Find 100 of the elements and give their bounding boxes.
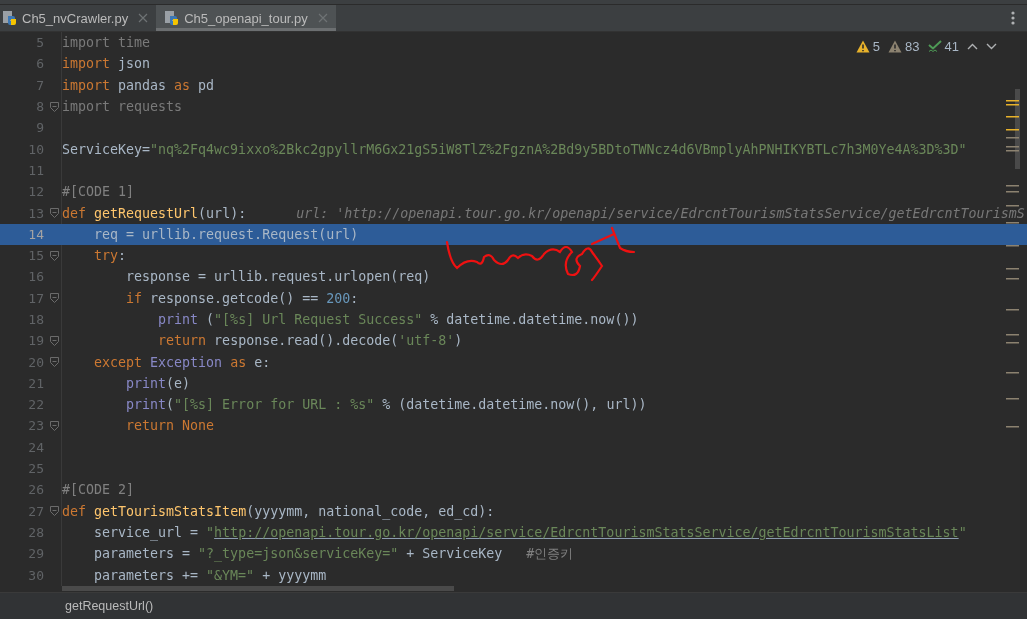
builtin-name: print	[126, 375, 167, 391]
line-number: 23	[27, 418, 45, 434]
code-text: req = urllib.request.Request(url)	[94, 226, 359, 242]
string-literal: "[%s] Error for URL : %s"	[174, 397, 375, 413]
line-number: 17	[27, 290, 45, 306]
code-text: parameters =	[94, 545, 192, 561]
fold-icon[interactable]	[49, 357, 59, 368]
string-literal: "	[958, 524, 967, 540]
builtin-name: print	[158, 312, 199, 327]
more-options-icon[interactable]	[1011, 11, 1015, 25]
line-number: 9	[35, 120, 45, 136]
code-text: json	[117, 56, 151, 72]
number-literal: 200	[326, 290, 351, 306]
code-text: :	[118, 248, 127, 264]
line-number: 21	[27, 375, 45, 391]
keyword-token: except	[94, 354, 143, 370]
code-text: (e)	[166, 375, 191, 391]
code-comment: #인증키	[526, 545, 574, 561]
code-text: + ServiceKey	[405, 545, 503, 561]
check-icon[interactable]	[927, 40, 942, 53]
keyword-token: import	[62, 56, 111, 72]
builtin-name: Exception	[149, 354, 223, 370]
code-text: e:	[253, 354, 271, 370]
line-number: 22	[27, 397, 45, 413]
line-number: 18	[27, 312, 45, 327]
line-number: 10	[27, 141, 45, 157]
fold-icon[interactable]	[49, 506, 59, 517]
fold-icon[interactable]	[49, 208, 59, 218]
string-literal: "?_type=json&serviceKey="	[198, 545, 399, 561]
string-literal: 'utf-8'	[398, 333, 455, 349]
code-text: response.getcode() ==	[149, 290, 320, 306]
code-text: pandas	[117, 77, 168, 93]
line-number: 16	[27, 269, 45, 285]
keyword-token: return None	[126, 418, 215, 434]
keyword-token: if	[126, 290, 143, 306]
function-name: getTourismStatsItem	[93, 503, 247, 519]
inspection-count: 83	[905, 39, 920, 54]
file-tab[interactable]: Ch5_openapi_tour.py	[156, 5, 336, 31]
warning-icon[interactable]	[888, 40, 903, 53]
line-number: 25	[27, 461, 45, 477]
fold-icon[interactable]	[49, 101, 59, 112]
string-literal: "[%s] Url Request Success"	[214, 312, 423, 327]
builtin-name: print	[126, 397, 167, 413]
line-number: 29	[27, 546, 45, 562]
line-number: 14	[27, 226, 45, 242]
line-number: 27	[27, 503, 45, 519]
code-text: % datetime.datetime.now())	[429, 312, 639, 327]
line-number: 7	[35, 77, 45, 93]
line-number: 15	[27, 248, 45, 264]
keyword-token: import	[62, 77, 111, 93]
code-text: response.read().decode(	[213, 333, 399, 349]
string-literal: "nq%2Fq4wc9ixxo%2Bkc2gpyllrM6Gx21gS5iW8TlZ%2FgznA%2Bd9y5BDtoTWNcz4d6VBmplyAhPNHIKYBTLc7h3M0Ye4A%3D%3D"	[150, 141, 967, 157]
keyword-token: def	[62, 503, 87, 519]
line-number: 28	[27, 524, 45, 540]
inspection-count: 41	[944, 39, 959, 54]
inlay-hint: url: 'http://openapi.tour.go.kr/openapi/service/EdrcntTourismStatsService/getEdrcntTourismS	[296, 205, 1025, 221]
code-text: )	[454, 333, 463, 349]
code-text: (	[205, 312, 215, 327]
line-number: 12	[27, 184, 45, 200]
code-comment: #[CODE 2]	[62, 482, 135, 498]
line-number: 30	[27, 567, 45, 583]
code-text: service_url =	[94, 524, 200, 540]
keyword-token: try	[94, 248, 119, 264]
code-text: parameters +=	[94, 567, 200, 583]
code-text: ServiceKey=	[62, 141, 151, 157]
code-text: (url):	[198, 205, 247, 221]
keyword-token: return	[158, 333, 207, 349]
line-number: 19	[27, 333, 45, 349]
fold-icon[interactable]	[49, 250, 59, 261]
line-number: 20	[27, 354, 45, 370]
code-comment: #[CODE 1]	[62, 184, 135, 200]
fold-icon[interactable]	[49, 335, 59, 346]
code-text: (yyyymm, national_code, ed_cd):	[246, 503, 495, 519]
code-text: + yyyymm	[261, 567, 327, 583]
fold-icon[interactable]	[49, 421, 59, 431]
code-text: pd	[197, 77, 215, 93]
close-icon[interactable]	[138, 13, 149, 23]
python-file-icon	[164, 10, 181, 26]
horizontal-scrollbar[interactable]	[62, 585, 454, 591]
fold-icon[interactable]	[49, 293, 59, 304]
line-number: 6	[35, 56, 45, 72]
unused-import: import requests	[62, 99, 183, 115]
code-text: % (datetime.datetime.now(), url))	[381, 397, 647, 413]
line-number: 8	[35, 99, 45, 115]
keyword-token: as	[174, 77, 191, 93]
code-text: (	[166, 397, 175, 413]
breadcrumb[interactable]: getRequestUrl()	[65, 599, 154, 613]
keyword-token: def	[62, 205, 87, 221]
line-number: 26	[27, 482, 45, 498]
inspection-count: 5	[872, 39, 881, 54]
line-number: 24	[27, 439, 45, 455]
code-text: response = urllib.request.urlopen(req)	[126, 269, 431, 285]
warning-icon[interactable]	[855, 40, 870, 53]
line-number: 13	[27, 205, 45, 221]
string-literal: "&YM="	[206, 567, 255, 583]
line-number: 11	[27, 162, 45, 178]
string-literal: "	[206, 524, 215, 540]
file-tab[interactable]: Ch5_nvCrawler.py	[0, 5, 157, 31]
close-icon[interactable]	[317, 13, 328, 23]
line-number: 5	[35, 35, 45, 51]
